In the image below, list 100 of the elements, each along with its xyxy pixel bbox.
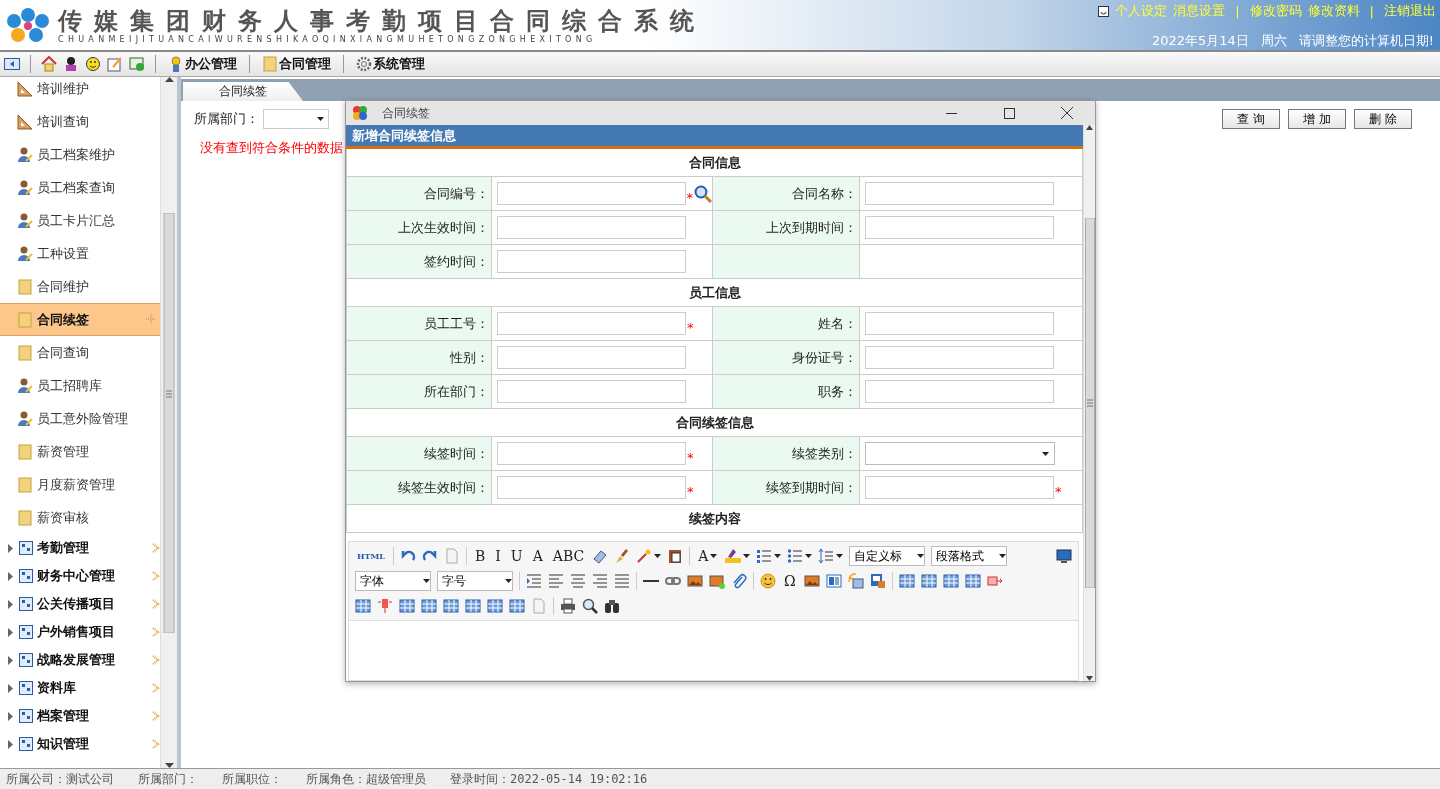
toolbar-button[interactable] bbox=[756, 548, 782, 564]
input-field[interactable] bbox=[497, 216, 686, 239]
format-button[interactable]: HTML bbox=[355, 551, 387, 561]
sidebar-item[interactable]: 薪资管理 bbox=[0, 435, 160, 468]
menu-button[interactable]: 办公管理 bbox=[166, 55, 239, 73]
toolbar-button[interactable] bbox=[818, 548, 844, 564]
minimize-icon bbox=[945, 112, 957, 114]
format-button[interactable]: A bbox=[696, 548, 720, 564]
sidebar-item[interactable]: 培训查询 bbox=[0, 105, 160, 138]
input-field[interactable] bbox=[865, 312, 1054, 335]
input-field[interactable] bbox=[865, 182, 1054, 205]
menu-button[interactable]: 合同管理 bbox=[260, 55, 333, 73]
format-button[interactable]: B bbox=[473, 548, 488, 564]
print-icon bbox=[560, 598, 576, 614]
input-field[interactable] bbox=[865, 380, 1054, 403]
sidebar-item[interactable]: 薪资审核 bbox=[0, 501, 160, 534]
sidebar-item[interactable]: 培训维护 bbox=[0, 77, 160, 105]
action-button[interactable]: 查 询 bbox=[1222, 109, 1280, 129]
toolbar-button[interactable] bbox=[725, 548, 751, 564]
dropdown[interactable]: 段落格式 bbox=[931, 546, 1008, 566]
collapse-icon[interactable] bbox=[4, 58, 20, 70]
menu-button[interactable]: 系统管理 bbox=[354, 55, 427, 73]
smiley-icon bbox=[760, 573, 776, 589]
dropdown[interactable]: 字体 bbox=[355, 571, 431, 591]
toolbar-button[interactable] bbox=[803, 573, 820, 589]
highlight-icon bbox=[725, 548, 742, 564]
field-label: 续签到期时间： bbox=[713, 471, 860, 505]
toolbar-button[interactable] bbox=[636, 548, 662, 564]
input-field[interactable] bbox=[497, 182, 686, 205]
toolbar-button[interactable] bbox=[825, 573, 842, 589]
sidebar-item[interactable]: 合同续签 bbox=[0, 303, 160, 336]
toolbar-button[interactable] bbox=[614, 548, 631, 564]
module-icon bbox=[19, 625, 33, 639]
date-text: 2022年5月14日 bbox=[1151, 32, 1249, 50]
sidebar-group[interactable]: 财务中心管理 bbox=[0, 562, 160, 590]
input-field[interactable] bbox=[865, 476, 1054, 499]
input-field[interactable] bbox=[497, 442, 686, 465]
select-field[interactable] bbox=[865, 442, 1055, 465]
required-mark: * bbox=[1055, 484, 1062, 499]
input-field[interactable] bbox=[497, 346, 686, 369]
toolbar-button[interactable] bbox=[787, 548, 813, 564]
user-icon[interactable] bbox=[63, 56, 79, 72]
user-icon bbox=[17, 179, 33, 196]
sidebar-item[interactable]: 员工招聘库 bbox=[0, 369, 160, 402]
rich-text-editor[interactable]: HTML B I U A ABC A 自定义标 段落格式 字体 字号 Ω bbox=[348, 541, 1079, 681]
toolbar-button[interactable] bbox=[667, 548, 684, 564]
action-button[interactable]: 增 加 bbox=[1288, 109, 1346, 129]
sidebar-item[interactable]: 员工档案查询 bbox=[0, 171, 160, 204]
input-field[interactable] bbox=[497, 476, 686, 499]
input-field[interactable] bbox=[865, 216, 1054, 239]
sidebar-group[interactable]: 知识管理 bbox=[0, 730, 160, 758]
sidebar-item[interactable]: 员工档案维护 bbox=[0, 138, 160, 171]
app-icon bbox=[352, 105, 368, 121]
action-button[interactable]: 删 除 bbox=[1354, 109, 1412, 129]
format-button[interactable]: ABC bbox=[550, 548, 587, 564]
settings-icon bbox=[356, 56, 372, 72]
format-button[interactable]: A bbox=[530, 548, 545, 564]
sidebar-item[interactable]: 员工意外险管理 bbox=[0, 402, 160, 435]
format-button[interactable]: I bbox=[493, 548, 503, 564]
sidebar-group[interactable]: 资料库 bbox=[0, 674, 160, 702]
toolbar-button[interactable] bbox=[604, 598, 620, 614]
smiley-icon[interactable] bbox=[85, 56, 101, 72]
horizontal-line-icon bbox=[643, 580, 659, 582]
format-button[interactable]: Ω bbox=[782, 573, 798, 589]
sidebar-group[interactable]: 户外销售项目 bbox=[0, 618, 160, 646]
sidebar-item[interactable]: 合同查询 bbox=[0, 336, 160, 369]
toolbar-button[interactable] bbox=[592, 548, 609, 564]
toolbar-button[interactable] bbox=[869, 573, 886, 589]
sidebar-group[interactable]: 档案管理 bbox=[0, 702, 160, 730]
sidebar-item[interactable]: 工种设置 bbox=[0, 237, 160, 270]
sidebar-item[interactable]: 员工卡片汇总 bbox=[0, 204, 160, 237]
sidebar-item[interactable]: 月度薪资管理 bbox=[0, 468, 160, 501]
split-cells-icon bbox=[986, 573, 1003, 589]
close-icon bbox=[1061, 107, 1073, 119]
sidebar-group[interactable]: 考勤管理 bbox=[0, 534, 160, 562]
toolbar-button[interactable] bbox=[582, 598, 598, 614]
input-field[interactable] bbox=[497, 250, 686, 273]
format-button[interactable]: U bbox=[508, 548, 525, 564]
notepad-icon[interactable] bbox=[107, 56, 123, 72]
bullet-list-icon bbox=[787, 548, 804, 564]
checklist-icon[interactable] bbox=[129, 56, 145, 72]
caret-icon bbox=[1042, 451, 1049, 456]
table-icon bbox=[443, 598, 459, 614]
dropdown[interactable]: 自定义标 bbox=[849, 546, 926, 566]
search-icon bbox=[582, 598, 598, 614]
input-field[interactable] bbox=[497, 312, 686, 335]
sidebar-group[interactable]: 公关传播项目 bbox=[0, 590, 160, 618]
app-title: 传媒集团财务人事考勤项目合同综合系统 bbox=[58, 6, 706, 35]
sidebar-group[interactable]: 战略发展管理 bbox=[0, 646, 160, 674]
toolbar-button[interactable] bbox=[760, 573, 776, 589]
toolbar-button[interactable] bbox=[687, 573, 703, 589]
tab[interactable]: 合同续签 bbox=[183, 82, 303, 101]
dropdown[interactable]: 字号 bbox=[437, 571, 513, 591]
input-field[interactable] bbox=[497, 380, 686, 403]
search-icon[interactable] bbox=[694, 184, 712, 203]
sidebar-item[interactable]: 合同维护 bbox=[0, 270, 160, 303]
toolbar-button[interactable] bbox=[560, 598, 576, 614]
toolbar-button[interactable] bbox=[1056, 548, 1072, 564]
home-icon[interactable] bbox=[41, 56, 57, 72]
input-field[interactable] bbox=[865, 346, 1054, 369]
